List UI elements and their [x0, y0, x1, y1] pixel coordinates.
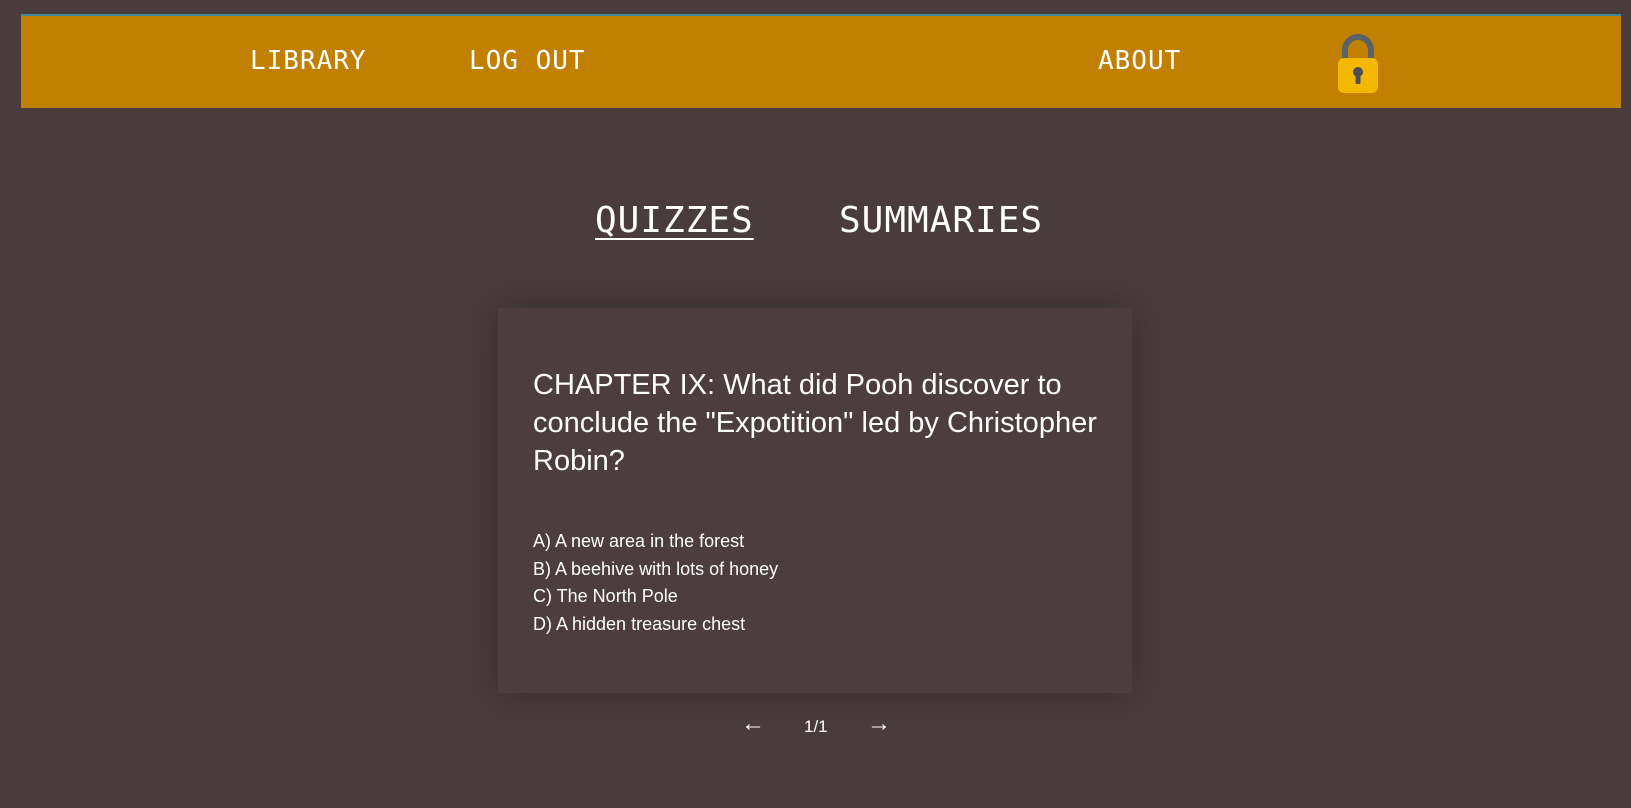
arrow-right-icon[interactable]: →: [867, 712, 891, 736]
quiz-card: CHAPTER IX: What did Pooh discover to co…: [498, 308, 1132, 693]
tab-quizzes[interactable]: QUIZZES: [595, 200, 754, 241]
page-indicator: 1/1: [804, 717, 828, 736]
nav-library-link[interactable]: LIBRARY: [250, 46, 367, 76]
quiz-option-a: A) A new area in the forest: [533, 531, 745, 551]
nav-logout-link[interactable]: LOG OUT: [469, 46, 586, 76]
nav-about-link[interactable]: ABOUT: [1098, 46, 1181, 76]
quiz-option-c: C) The North Pole: [533, 586, 678, 606]
quiz-options: A) A new area in the forest B) A beehive…: [533, 528, 778, 638]
quiz-question: CHAPTER IX: What did Pooh discover to co…: [533, 369, 1097, 477]
quiz-option-b: B) A beehive with lots of honey: [533, 558, 779, 579]
tab-summaries[interactable]: SUMMARIES: [839, 200, 1043, 241]
arrow-left-icon[interactable]: ←: [741, 712, 765, 736]
lock-icon[interactable]: [1337, 33, 1379, 93]
quiz-option-d: D) A hidden treasure chest: [533, 613, 746, 634]
lock-icon-graphic: [1338, 34, 1378, 93]
